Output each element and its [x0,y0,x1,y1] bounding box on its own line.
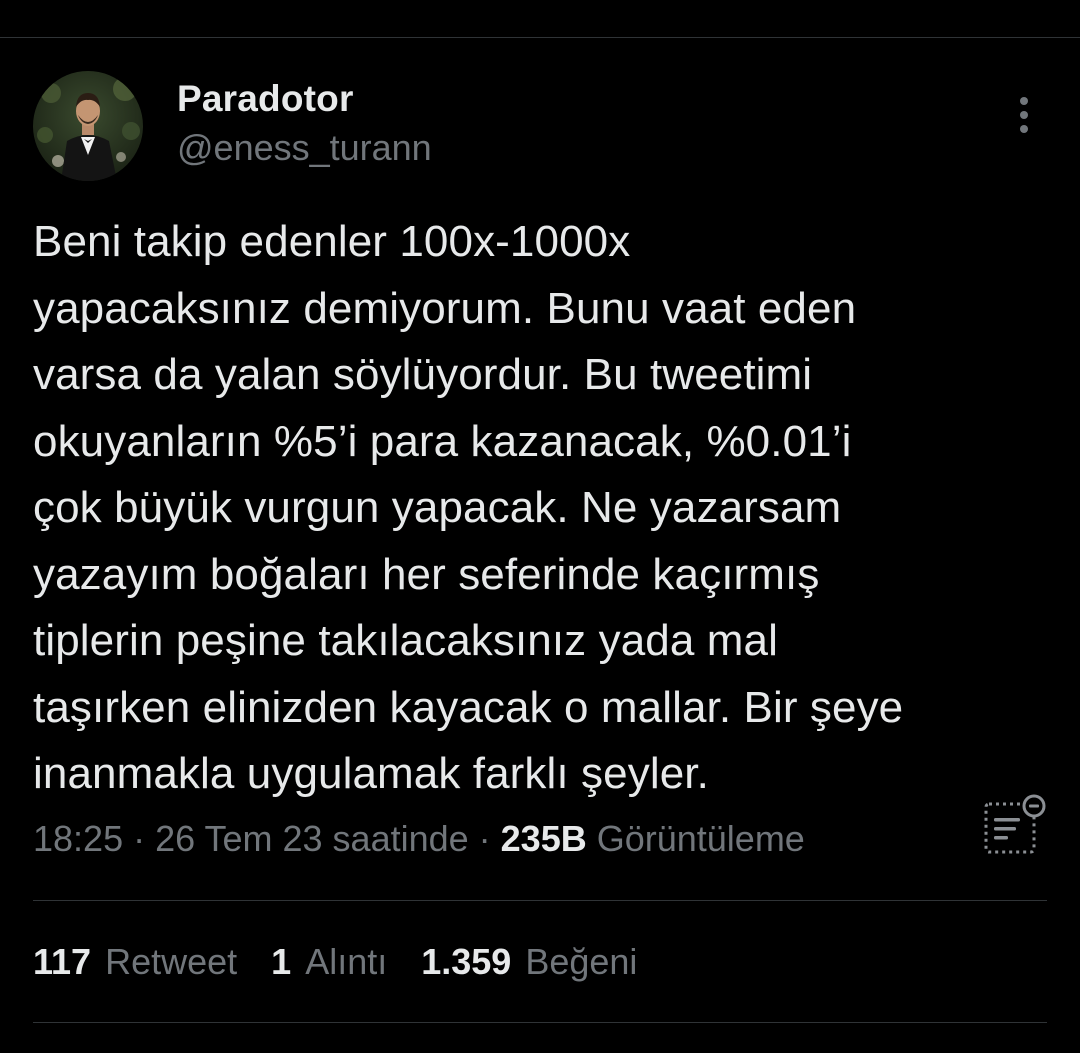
more-button[interactable] [1004,92,1044,138]
divider [33,900,1047,901]
likes-label: Beğeni [525,941,638,982]
quotes-count: 1 [271,941,292,982]
engagement-stats: 117 Retweet 1 Alıntı 1.359 Beğeni [33,941,671,983]
tweet-detail: Paradotor @eness_turann Beni takip edenl… [0,0,1080,1053]
analytics-icon [984,794,1046,854]
divider [33,1022,1047,1023]
tweet-date[interactable]: 26 Tem 23 saatinde [155,818,469,860]
more-vertical-icon [1020,97,1028,133]
username[interactable]: @eness_turann [177,127,432,169]
views-count: 235B [500,818,587,859]
meta-separator: · [133,818,146,859]
meta-separator: · [478,818,491,859]
tweet-text: Beni takip edenler 100x-1000x yapacaksın… [33,217,904,798]
avatar[interactable] [33,71,143,181]
quotes-stat[interactable]: 1 Alıntı [271,941,387,983]
tweet-time[interactable]: 18:25 [33,818,123,860]
likes-count: 1.359 [421,941,512,982]
avatar-photo [33,71,143,181]
retweets-stat[interactable]: 117 Retweet [33,941,237,983]
retweets-label: Retweet [105,941,238,982]
quotes-label: Alıntı [305,941,388,982]
display-name[interactable]: Paradotor [177,78,354,120]
retweets-count: 117 [33,941,92,982]
tweet-meta: 18:25 · 26 Tem 23 saatinde · 235B Görünt… [33,818,805,860]
views-label: Görüntüleme [596,818,805,859]
likes-stat[interactable]: 1.359 Beğeni [421,941,637,983]
analytics-button[interactable] [978,792,1048,858]
top-divider [0,37,1080,38]
